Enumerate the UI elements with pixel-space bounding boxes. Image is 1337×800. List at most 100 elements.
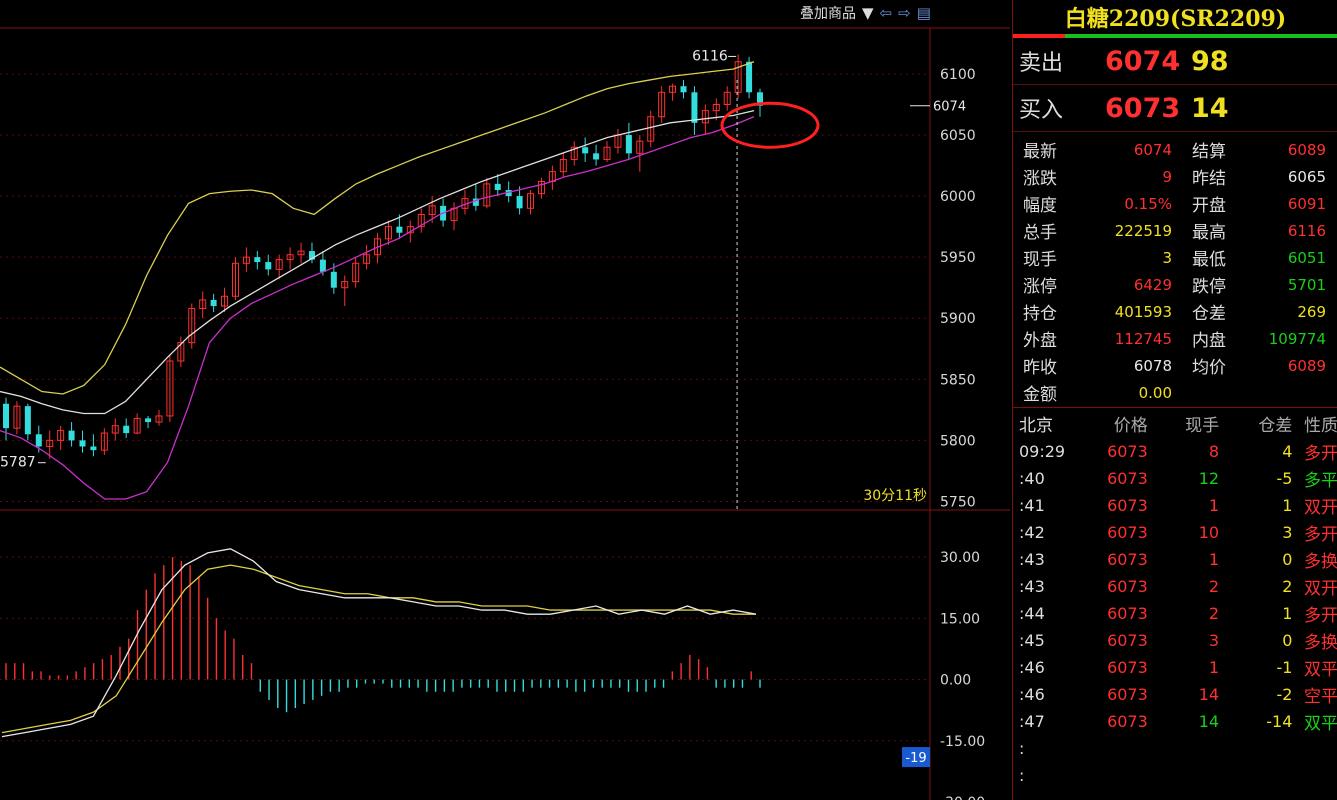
tick-volume: 12 — [1198, 469, 1220, 488]
candle-body — [123, 425, 130, 434]
tick-price: 6073 — [1107, 712, 1148, 731]
tick-oi-change: -5 — [1276, 469, 1293, 488]
stat-key-2: 跌停 — [1192, 277, 1226, 297]
candle-body — [35, 434, 42, 447]
tick-price: 6073 — [1107, 442, 1148, 461]
arrow-left-icon[interactable]: ⇦ — [880, 4, 893, 22]
ask-label: 卖出 — [1019, 51, 1064, 76]
stat-value-2: 6091 — [1287, 194, 1326, 213]
candle-body — [145, 418, 152, 423]
stat-key: 昨收 — [1023, 358, 1057, 378]
candle-body — [68, 430, 75, 441]
price-tick-label: 5850 — [940, 372, 976, 388]
candle-body — [3, 403, 9, 429]
ticks-header: 北京 价格 现手 仓差 性质 — [1013, 408, 1337, 438]
candle-body — [254, 257, 261, 263]
boll-upper-line — [0, 61, 755, 395]
stat-row: 总手 222519 最高 6116 — [1013, 217, 1337, 244]
macd-tick-label: -15.00 — [940, 734, 985, 750]
contract-title: 白糖2209(SR2209) — [1064, 6, 1287, 32]
tick-time: : — [1019, 739, 1025, 758]
tick-oi-change: 1 — [1282, 496, 1293, 515]
macd-tick-label: 15.00 — [940, 611, 980, 627]
tick-row: :40 6073 12 -5 多平 — [1013, 465, 1337, 492]
tick-oi-change: 2 — [1282, 577, 1293, 596]
tick-nature: 多平 — [1304, 471, 1337, 491]
price-tick-label: 5750 — [940, 494, 976, 510]
ask-price: 6074 — [1105, 45, 1181, 77]
ticks-header-volume: 现手 — [1185, 415, 1220, 436]
stat-value-2: 6089 — [1287, 356, 1326, 375]
chart-toolbar: 叠加商品 ▼ ⇦ ⇨ ▤ — [800, 0, 1010, 26]
stat-key-2: 结算 — [1192, 142, 1226, 162]
ticks-list[interactable]: 09:29 6073 8 4 多开:40 6073 12 -5 多平:41 6073 1 1 双开:42… — [1013, 438, 1337, 789]
last-price-label: 6074 — [933, 100, 966, 115]
stat-key: 涨停 — [1023, 277, 1057, 297]
tick-time: :40 — [1019, 469, 1045, 488]
tick-row: :42 6073 10 3 多开 — [1013, 519, 1337, 546]
tick-time: :41 — [1019, 496, 1045, 515]
tick-price: 6073 — [1107, 550, 1148, 569]
stat-key: 现手 — [1023, 250, 1057, 270]
tick-row: :43 6073 1 0 多换 — [1013, 546, 1337, 573]
candle-body — [680, 86, 687, 93]
stat-value: 9 — [1162, 167, 1172, 186]
stat-key: 幅度 — [1023, 196, 1057, 216]
stat-key: 最新 — [1023, 142, 1057, 162]
candle-body — [265, 262, 272, 270]
stat-value: 0.15% — [1124, 194, 1172, 213]
tick-price: 6073 — [1107, 469, 1148, 488]
stat-row: 持仓 401593 仓差 269 — [1013, 298, 1337, 325]
tick-oi-change: -2 — [1276, 685, 1293, 704]
stat-key: 外盘 — [1023, 331, 1057, 351]
tick-time: :45 — [1019, 631, 1045, 650]
tick-time: :46 — [1019, 685, 1045, 704]
tick-volume: 1 — [1208, 550, 1220, 569]
stat-value: 112745 — [1114, 329, 1172, 348]
kline-chart[interactable]: 6100 6050 6000 5950 5900 5850 5800 5750 6116 5787… — [0, 0, 1010, 800]
stat-key-2: 开盘 — [1192, 196, 1226, 216]
price-tick-label: 6050 — [940, 128, 976, 144]
tick-oi-change: -1 — [1276, 658, 1293, 677]
bid-row: 买入 6073 14 — [1013, 85, 1337, 132]
price-tick-label: 5950 — [940, 250, 976, 266]
candle-body — [330, 271, 337, 288]
tick-oi-change: 0 — [1282, 631, 1293, 650]
candle-body — [210, 299, 217, 307]
stat-key: 涨跌 — [1023, 169, 1057, 189]
macd-tick-label: 0.00 — [940, 673, 971, 689]
tick-row: : — [1013, 735, 1337, 762]
quote-panel: 白糖2209(SR2209) 卖出 6074 98 买入 6073 14 最新 6… — [1012, 0, 1337, 800]
tick-row: :46 6073 1 -1 双平 — [1013, 654, 1337, 681]
stat-value-2: 6051 — [1287, 248, 1326, 267]
triangle-down-icon[interactable]: ▼ — [862, 4, 874, 22]
candle-body — [319, 259, 326, 272]
stat-value-2: 6065 — [1287, 167, 1326, 186]
arrow-right-icon[interactable]: ⇨ — [898, 4, 911, 22]
candle-body — [691, 92, 698, 123]
tick-volume: 2 — [1208, 604, 1220, 623]
panel-layout-icon[interactable]: ▤ — [917, 4, 931, 22]
stat-row: 昨收 6078 均价 6089 — [1013, 352, 1337, 379]
low-price-label: 5787 — [0, 455, 36, 471]
candle-body — [582, 147, 589, 154]
tick-row: :47 6073 14 -14 双平 — [1013, 708, 1337, 735]
stat-value: 401593 — [1114, 302, 1172, 321]
candle-body — [90, 446, 97, 451]
tick-row: :46 6073 14 -2 空平 — [1013, 681, 1337, 708]
ask-row: 卖出 6074 98 — [1013, 38, 1337, 85]
tick-time: 09:29 — [1019, 442, 1066, 461]
price-tick-label: 6000 — [940, 189, 976, 205]
tick-oi-change: -14 — [1266, 712, 1293, 731]
macd-value-label: -19 — [905, 751, 926, 766]
stat-value: 222519 — [1114, 221, 1172, 240]
tick-time: : — [1019, 766, 1025, 785]
tick-row: :44 6073 2 1 多开 — [1013, 600, 1337, 627]
overlay-button[interactable]: 叠加商品 — [800, 3, 856, 23]
tick-volume: 2 — [1208, 577, 1220, 596]
stat-row: 金额 0.00 — [1013, 379, 1337, 406]
stat-row: 涨停 6429 跌停 5701 — [1013, 271, 1337, 298]
tick-row: :43 6073 2 2 双开 — [1013, 573, 1337, 600]
stat-value: 6074 — [1133, 140, 1172, 159]
bid-price: 6073 — [1105, 92, 1181, 124]
